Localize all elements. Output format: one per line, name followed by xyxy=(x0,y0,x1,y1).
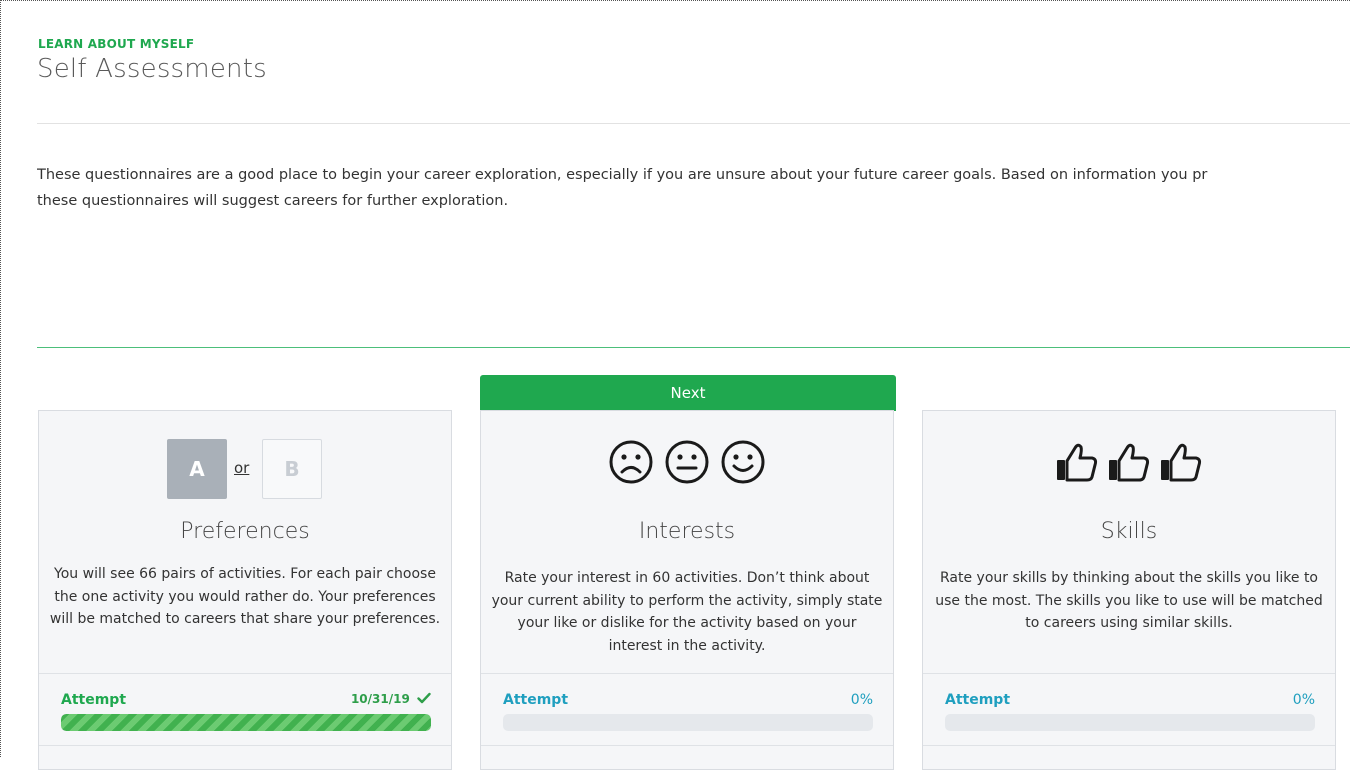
card-description: You will see 66 pairs of activities. For… xyxy=(49,566,441,627)
attempt-row: Attempt 0% xyxy=(945,692,1315,710)
card-divider xyxy=(923,673,1335,674)
progress-bar xyxy=(61,714,431,731)
card-divider xyxy=(481,745,893,746)
section-eyebrow: LEARN ABOUT MYSELF xyxy=(38,37,195,51)
attempt-link[interactable]: Attempt xyxy=(945,692,1010,708)
intro-text: These questionnaires are a good place to… xyxy=(37,162,1350,214)
intro-line-1: These questionnaires are a good place to… xyxy=(37,167,1208,183)
section-divider xyxy=(37,347,1350,348)
attempt-link[interactable]: Attempt xyxy=(61,692,126,708)
next-banner: Next xyxy=(480,375,896,411)
option-a-box: A xyxy=(167,439,227,499)
faces-icon xyxy=(481,439,893,499)
sad-face-icon xyxy=(609,440,653,484)
card-divider xyxy=(39,673,451,674)
completion-date: 10/31/19 xyxy=(351,692,431,706)
thumbs-up-icon-1 xyxy=(1057,443,1098,482)
progress-percent: 0% xyxy=(1292,692,1315,708)
neutral-face-icon xyxy=(665,440,709,484)
assessment-card-preferences[interactable]: A or B Preferences You will see 66 pairs… xyxy=(38,410,452,770)
card-description: Rate your interest in 60 activities. Don… xyxy=(491,570,883,654)
progress-bar xyxy=(945,714,1315,731)
a-or-b-icon: A or B xyxy=(39,439,451,499)
thumbs-up-icon-3 xyxy=(1161,443,1202,482)
progress-bar xyxy=(503,714,873,731)
attempt-row: Attempt 0% xyxy=(503,692,873,710)
progress-fill xyxy=(61,714,431,731)
check-icon xyxy=(417,692,431,704)
attempt-row: Attempt 10/31/19 xyxy=(61,692,431,710)
page-title: Self Assessments xyxy=(37,54,267,84)
intro-line-2: these questionnaires will suggest career… xyxy=(37,193,509,209)
card-divider xyxy=(39,745,451,746)
assessment-card-skills[interactable]: Skills Rate your skills by thinking abou… xyxy=(922,410,1336,770)
card-title: Skills xyxy=(1100,519,1158,544)
card-divider xyxy=(923,745,1335,746)
attempt-link[interactable]: Attempt xyxy=(503,692,568,708)
progress-percent: 0% xyxy=(850,692,873,708)
assessment-card-interests[interactable]: Interests Rate your interest in 60 activ… xyxy=(480,410,894,770)
thumbs-up-icon-2 xyxy=(1109,443,1150,482)
happy-face-icon xyxy=(721,440,765,484)
header-divider xyxy=(37,123,1350,124)
option-b-box: B xyxy=(262,439,322,499)
thumbs-up-icon xyxy=(923,439,1335,499)
card-description: Rate your skills by thinking about the s… xyxy=(935,570,1323,631)
card-title: Preferences xyxy=(180,519,310,544)
card-divider xyxy=(481,673,893,674)
completion-date-text: 10/31/19 xyxy=(350,692,410,706)
or-label: or xyxy=(234,459,250,477)
card-title: Interests xyxy=(638,519,736,544)
